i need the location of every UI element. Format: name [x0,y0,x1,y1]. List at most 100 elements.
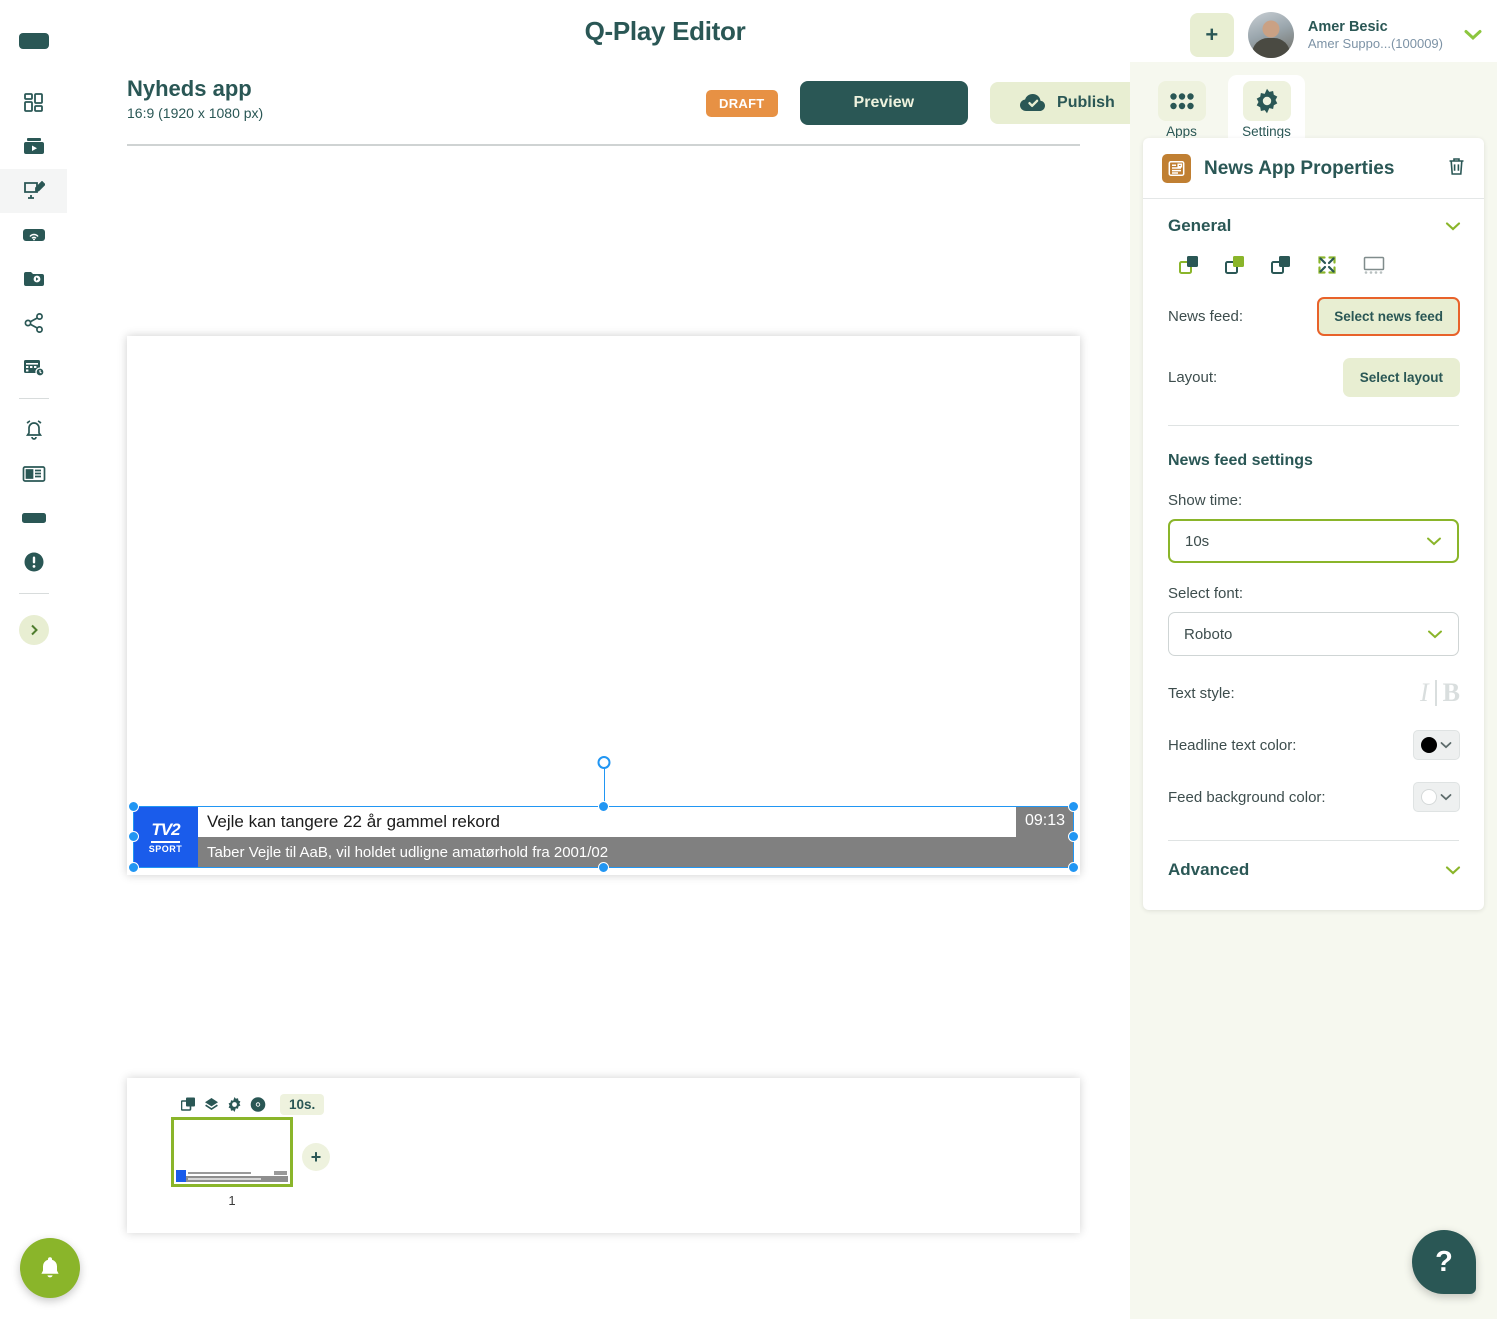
chevron-down-icon [1440,790,1452,804]
add-button[interactable]: + [1189,13,1234,57]
select-news-feed-button[interactable]: Select news feed [1317,297,1460,336]
news-app-icon [1162,154,1191,183]
help-fab[interactable]: ? [1412,1230,1476,1294]
chevron-down-glyph [1464,29,1482,40]
gear-icon [1242,81,1291,121]
editor-icon [23,181,45,199]
headline-color-row: Headline text color: [1143,730,1484,760]
rotate-handle[interactable] [597,756,610,769]
bring-to-front-icon[interactable] [1225,255,1245,275]
sidebar-item-share[interactable] [0,301,67,345]
bell-alert-icon [25,420,42,440]
send-backward-icon[interactable] [1271,255,1291,275]
sidebar-expand-button[interactable] [18,615,49,645]
add-slide-button[interactable]: + [302,1143,330,1171]
slide-canvas[interactable]: TV2 SPORT Vejle kan tangere 22 år gammel… [127,336,1080,875]
news-feed-row: News feed: Select news feed [1143,297,1484,336]
slide-number: 1 [228,1193,236,1208]
show-time-select[interactable]: 10s [1168,519,1459,563]
schedule-icon [23,360,45,377]
news-feed-settings-title: News feed settings [1168,452,1313,469]
bring-forward-icon[interactable] [1179,255,1199,275]
select-font-value: Roboto [1184,625,1233,643]
ticker-headline-row: Vejle kan tangere 22 år gammel rekord 09… [198,806,1074,837]
notifications-fab[interactable] [20,1238,80,1298]
wifi-broadcast-icon [22,229,45,241]
header-divider [127,144,1080,146]
news-icon [22,466,45,482]
feed-background-color-picker[interactable] [1413,782,1460,812]
media-icon [23,138,44,154]
thumbnail-ticker-preview [176,1170,288,1182]
sidebar-item-dashboard[interactable] [0,81,67,125]
slide-thumbnail[interactable] [171,1117,293,1187]
text-style-controls: I B [1420,678,1460,708]
sidebar-item-screens[interactable] [0,496,67,540]
sidebar-item-news[interactable] [0,452,67,496]
select-layout-button[interactable]: Select layout [1342,358,1460,397]
chevron-down-icon[interactable] [1445,862,1461,879]
chevron-down-icon [1427,626,1443,642]
headline-color-picker[interactable] [1413,730,1460,760]
user-area: + Amer Besic Amer Suppo...(100009) [1189,12,1483,58]
text-style-label: Text style: [1168,684,1235,702]
chevron-down-icon[interactable] [1445,218,1461,235]
feed-background-label: Feed background color: [1168,788,1326,806]
headline-color-label: Headline text color: [1168,736,1297,754]
news-ticker-widget[interactable]: TV2 SPORT Vejle kan tangere 22 år gammel… [133,806,1074,868]
chevron-down-glyph [1427,537,1441,546]
tab-apps[interactable]: Apps [1143,75,1220,145]
delete-button[interactable] [1448,157,1465,181]
grid-glyph [1169,92,1194,109]
thumbnail-logo [176,1170,186,1182]
layout-row: Layout: Select layout [1143,358,1484,397]
advanced-section-header[interactable]: Advanced [1143,841,1484,880]
sidebar-item-media[interactable] [0,125,67,169]
news-feed-label: News feed: [1168,308,1244,325]
chevron-down-glyph [1440,794,1452,801]
properties-header: News App Properties [1143,138,1484,199]
chevron-down-icon [1440,738,1452,752]
layout-label: Layout: [1168,369,1218,386]
text-style-divider [1434,680,1437,706]
status-badge: DRAFT [706,89,778,117]
sidebar-item-schedule[interactable] [0,345,67,389]
chevron-down-icon[interactable] [1463,24,1483,47]
panel-tabs: Apps Settings [1143,75,1305,145]
fit-screen-icon[interactable] [1317,255,1337,275]
user-info: Amer Besic Amer Suppo...(100009) [1308,18,1443,52]
tab-settings[interactable]: Settings [1228,75,1305,145]
layers-icon[interactable] [204,1097,219,1112]
feed-background-swatch [1421,789,1437,805]
publish-label: Publish [1057,94,1115,111]
chevron-down-glyph [1428,630,1442,639]
general-label: General [1168,216,1232,235]
sidebar-item-player[interactable] [0,257,67,301]
trash-icon [1449,157,1464,175]
sidebar-item-editor[interactable] [0,169,67,213]
preview-button[interactable]: Preview [799,81,969,125]
sidebar-item-alerts[interactable] [0,408,67,452]
snap-guides-icon[interactable] [1363,255,1385,275]
properties-title: News App Properties [1204,157,1395,179]
properties-card: News App Properties General News feed: S… [1143,138,1484,910]
general-section-header[interactable]: General [1143,199,1484,236]
slide-duration[interactable]: 10s. [280,1094,325,1115]
page-title: Q-Play Editor [584,16,746,46]
share-icon [24,313,43,333]
avatar[interactable] [1247,12,1294,58]
sidebar-item-broadcast[interactable] [0,213,67,257]
duplicate-icon[interactable] [181,1097,196,1112]
sidebar-item-status[interactable] [0,540,67,584]
preview-eye-icon[interactable] [250,1097,266,1112]
settings-icon[interactable] [227,1097,242,1112]
bold-button[interactable]: B [1443,678,1460,708]
ticker-time: 09:13 [1015,806,1074,837]
chevron-down-glyph [1440,742,1452,749]
document-format: 16:9 (1920 x 1080 px) [127,105,264,121]
italic-button[interactable]: I [1420,678,1429,708]
chevron-down-glyph [1445,221,1461,230]
select-font-dropdown[interactable]: Roboto [1168,612,1459,656]
publish-button[interactable]: Publish [990,82,1145,124]
alert-circle-icon [24,552,43,572]
